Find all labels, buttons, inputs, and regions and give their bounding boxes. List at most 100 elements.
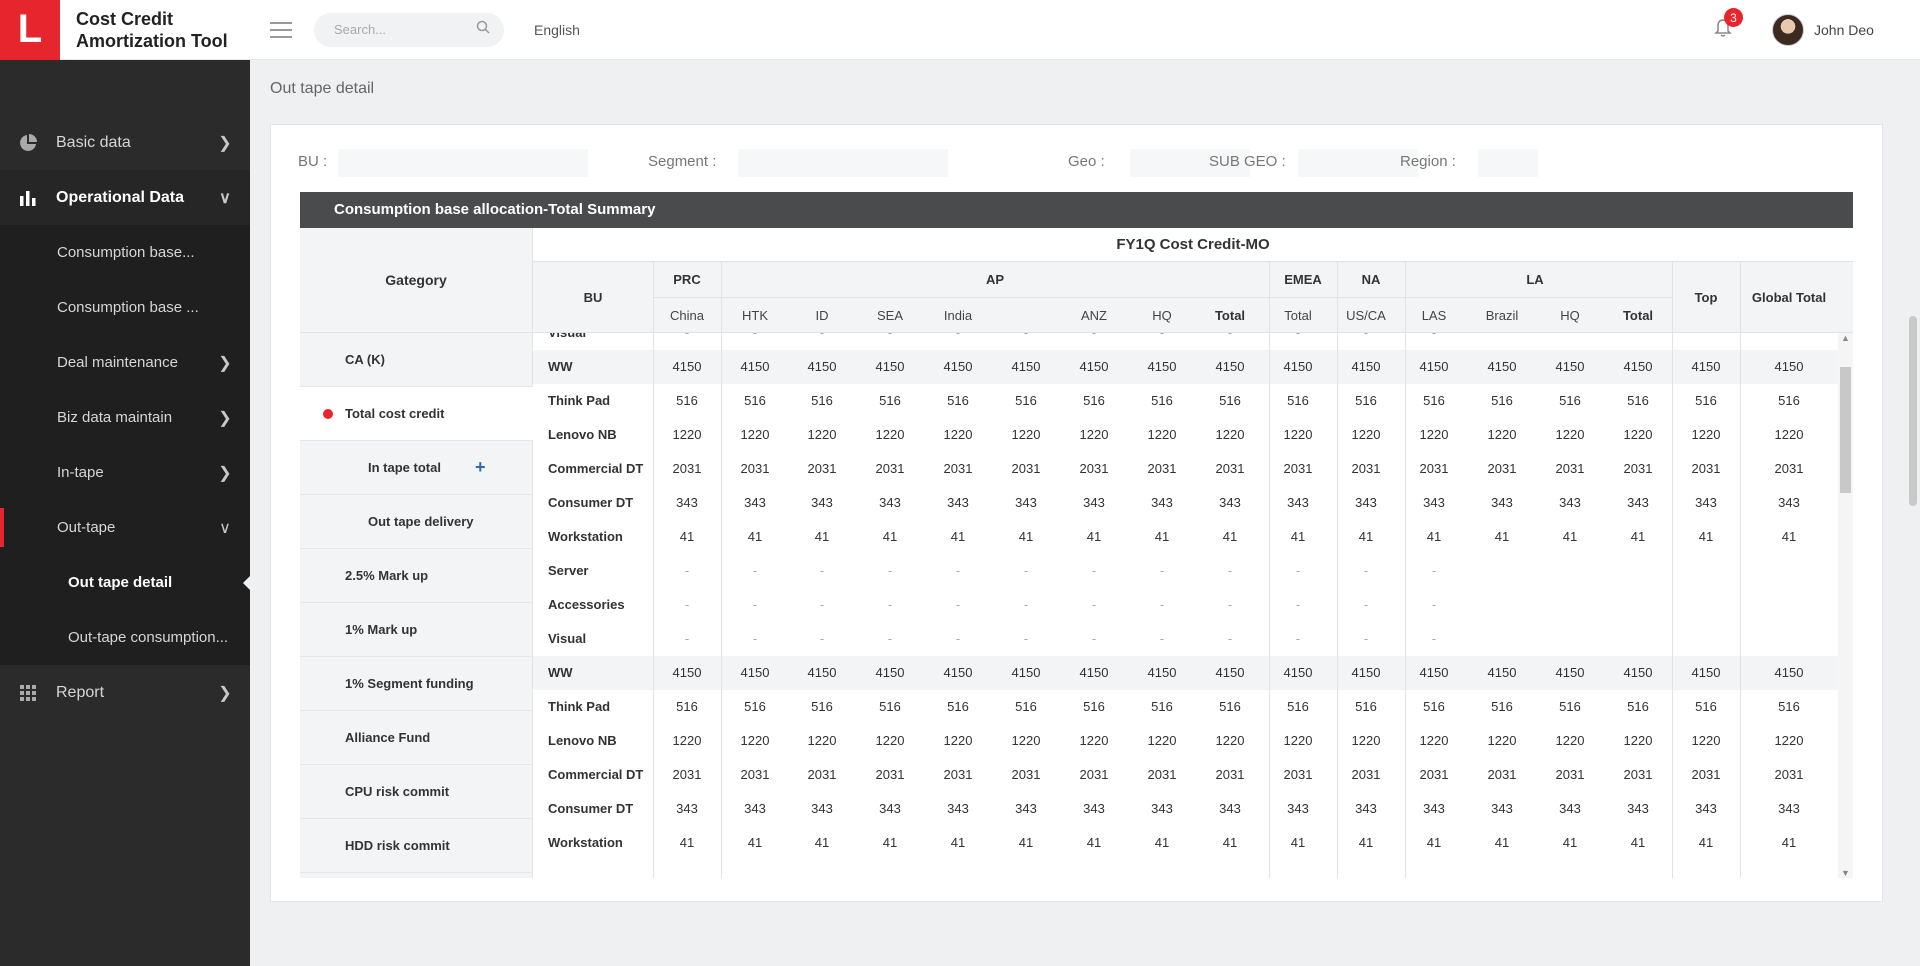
table-row: Lenovo NB 1220 1220 1220 1220 1220 1220 1220 122…	[533, 418, 1838, 452]
category-item[interactable]: 1% Mark up	[300, 603, 533, 657]
language-selector[interactable]: English	[534, 22, 580, 38]
scrollbar-thumb[interactable]	[1840, 367, 1851, 493]
table-cell: 41	[747, 529, 763, 544]
sidebar-item-report[interactable]: Report ❯	[0, 665, 250, 720]
category-item[interactable]: 1% Segment funding	[300, 657, 533, 711]
table-cell: 4150	[943, 359, 973, 374]
notification-badge: 3	[1724, 8, 1743, 27]
sidebar-item-operational-data[interactable]: Operational Data ∨	[0, 170, 250, 225]
table-cell: -	[1431, 631, 1437, 646]
table-cell: 343	[879, 495, 901, 510]
sidebar-item-out-tape-detail[interactable]: Out tape detail	[0, 555, 251, 610]
table-cell: 41	[950, 835, 966, 850]
scroll-up-icon[interactable]: ▲	[1838, 333, 1853, 343]
add-plus-icon[interactable]: +	[475, 457, 486, 478]
grid-header: FY1Q Cost Credit-MO BU PRC AP EMEA NA LA…	[533, 228, 1853, 333]
column-divider	[1337, 333, 1338, 878]
table-cell: 41	[679, 529, 695, 544]
row-label: Commercial DT	[548, 461, 644, 476]
table-cell: 516	[1287, 393, 1309, 408]
category-item[interactable]: Total cost credit	[300, 387, 533, 441]
table-cell: 516	[1151, 699, 1173, 714]
table-cell: 4150	[1147, 665, 1177, 680]
filter-segment-select[interactable]	[738, 149, 948, 177]
row-label: WW	[548, 665, 573, 680]
top-header: Top	[1694, 290, 1718, 305]
scroll-down-icon[interactable]: ▼	[1838, 868, 1853, 878]
category-item[interactable]: Out tape delivery	[300, 495, 533, 549]
page-scrollbar[interactable]	[1908, 62, 1918, 966]
table-cell: 516	[1559, 393, 1581, 408]
filter-region-select[interactable]	[1478, 149, 1538, 177]
user-menu[interactable]: John Deo	[1772, 14, 1874, 46]
sidebar-item-deal-maintenance[interactable]: Deal maintenance ❯	[0, 335, 250, 390]
table-cell: 4150	[1555, 359, 1585, 374]
category-item[interactable]: CPU risk commit	[300, 765, 533, 819]
sidebar-item-consumption-base-2[interactable]: Consumption base ...	[0, 280, 250, 335]
table-row: Visual------------	[533, 333, 1838, 350]
page-scrollbar-thumb[interactable]	[1909, 316, 1917, 506]
category-item[interactable]: In tape total +	[300, 441, 533, 495]
table-cell: 2031	[1079, 767, 1109, 782]
table-cell: 4150	[1691, 359, 1721, 374]
category-item[interactable]: 2.5% Mark up	[300, 549, 533, 603]
table-cell: 41	[1222, 529, 1238, 544]
row-label: Workstation	[548, 835, 623, 850]
table-cell: 343	[879, 801, 901, 816]
category-item[interactable]: CA (K)	[300, 333, 533, 387]
search-icon[interactable]	[476, 20, 490, 39]
table-cell: 2031	[807, 767, 837, 782]
table-cell: -	[1268, 333, 1328, 350]
table-cell: 4150	[1351, 665, 1381, 680]
table-cell: 2031	[1011, 461, 1041, 476]
table-cell: 516	[1491, 393, 1513, 408]
hamburger-menu-icon[interactable]	[270, 21, 292, 38]
table-cell: -	[1159, 597, 1165, 612]
table-cell: 2031	[1623, 767, 1653, 782]
sidebar-item-out-tape[interactable]: Out-tape ∨	[0, 500, 250, 555]
table-cell: 41	[1698, 835, 1714, 850]
table-cell: 2031	[807, 461, 837, 476]
category-item[interactable]: HDD risk commit	[300, 819, 533, 873]
page-title: Out tape detail	[270, 80, 375, 97]
table-cell: 343	[1491, 801, 1513, 816]
table-row: WW 4150 4150 4150 4150 4150 4150 4150 4150 4150 41…	[533, 656, 1838, 690]
table-row: Think Pad 516 516 516 516 516 516 516 516 516 516 5…	[533, 690, 1838, 724]
chevron-down-icon: ∨	[219, 519, 231, 537]
table-cell: 4150	[1419, 665, 1449, 680]
sidebar-item-out-tape-consumption[interactable]: Out-tape consumption...	[0, 610, 250, 665]
filter-bu-select[interactable]	[338, 149, 588, 177]
table-cell: 4150	[807, 665, 837, 680]
table-cell: 2031	[943, 461, 973, 476]
search-input[interactable]	[334, 22, 476, 37]
table-cell: 1220	[1283, 733, 1313, 748]
table-cell: 4150	[1691, 665, 1721, 680]
category-item[interactable]: Alliance Fund	[300, 711, 533, 765]
sub-header: SEA	[876, 307, 903, 323]
table-cell: 41	[814, 835, 830, 850]
column-divider	[721, 333, 722, 878]
table-cell: 2031	[1555, 461, 1585, 476]
table-cell: -	[1336, 333, 1396, 350]
sidebar-item-basic-data[interactable]: Basic data ❯	[0, 115, 250, 170]
sidebar-item-in-tape[interactable]: In-tape ❯	[0, 445, 250, 500]
table-scrollbar[interactable]: ▲ ▼	[1838, 333, 1853, 878]
table-cell: 343	[1627, 495, 1649, 510]
sidebar-item-consumption-base-1[interactable]: Consumption base...	[0, 225, 250, 280]
group-header-ap: AP	[985, 272, 1005, 287]
table-cell: 41	[1290, 835, 1306, 850]
summary-title: Consumption base allocation-Total Summar…	[300, 192, 1853, 228]
summary-table: Gategory CA (K) Total cost credit In tap…	[300, 228, 1853, 878]
table-cell: -	[819, 631, 825, 646]
table-cell: 516	[1219, 393, 1241, 408]
table-cell: 343	[1491, 495, 1513, 510]
table-cell: 516	[1083, 393, 1105, 408]
table-cell: -	[1431, 597, 1437, 612]
table-cell: 516	[1559, 699, 1581, 714]
sidebar-item-biz-data-maintain[interactable]: Biz data maintain ❯	[0, 390, 250, 445]
sub-header: Brazil	[1485, 307, 1519, 323]
notification-bell[interactable]: 3	[1714, 8, 1743, 40]
category-label: CA (K)	[345, 352, 385, 367]
table-cell: -	[1159, 563, 1165, 578]
table-cell: 2031	[943, 767, 973, 782]
